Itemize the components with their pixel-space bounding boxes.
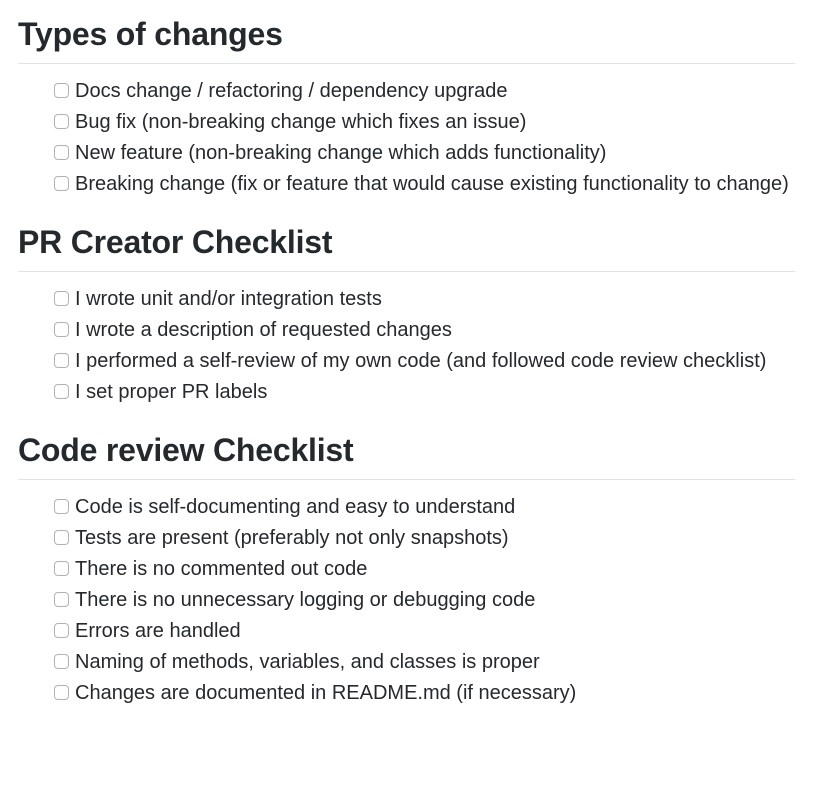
- item-label: I wrote a description of requested chang…: [75, 315, 795, 346]
- item-label: I set proper PR labels: [75, 377, 795, 408]
- checkbox-icon[interactable]: [54, 83, 69, 98]
- section-heading-code-review-checklist: Code review Checklist: [18, 432, 795, 480]
- checkbox-icon[interactable]: [54, 685, 69, 700]
- item-label: Docs change / refactoring / dependency u…: [75, 76, 795, 107]
- checkbox-icon[interactable]: [54, 654, 69, 669]
- checkbox-icon[interactable]: [54, 145, 69, 160]
- section-heading-types-of-changes: Types of changes: [18, 16, 795, 64]
- item-label: Code is self-documenting and easy to und…: [75, 492, 795, 523]
- item-label: There is no unnecessary logging or debug…: [75, 585, 795, 616]
- item-label: Naming of methods, variables, and classe…: [75, 647, 795, 678]
- checklist-pr-creator: I wrote unit and/or integration tests I …: [18, 284, 795, 408]
- list-item: I performed a self-review of my own code…: [54, 346, 795, 377]
- checkbox-icon[interactable]: [54, 176, 69, 191]
- section-heading-pr-creator-checklist: PR Creator Checklist: [18, 224, 795, 272]
- checkbox-icon[interactable]: [54, 291, 69, 306]
- checkbox-icon[interactable]: [54, 592, 69, 607]
- list-item: Docs change / refactoring / dependency u…: [54, 76, 795, 107]
- list-item: There is no unnecessary logging or debug…: [54, 585, 795, 616]
- item-label: Tests are present (preferably not only s…: [75, 523, 795, 554]
- list-item: I wrote a description of requested chang…: [54, 315, 795, 346]
- checklist-types-of-changes: Docs change / refactoring / dependency u…: [18, 76, 795, 200]
- item-label: There is no commented out code: [75, 554, 795, 585]
- checkbox-icon[interactable]: [54, 384, 69, 399]
- list-item: Naming of methods, variables, and classe…: [54, 647, 795, 678]
- list-item: There is no commented out code: [54, 554, 795, 585]
- checkbox-icon[interactable]: [54, 623, 69, 638]
- item-label: Errors are handled: [75, 616, 795, 647]
- checklist-code-review: Code is self-documenting and easy to und…: [18, 492, 795, 709]
- list-item: Bug fix (non-breaking change which fixes…: [54, 107, 795, 138]
- list-item: Code is self-documenting and easy to und…: [54, 492, 795, 523]
- checkbox-icon[interactable]: [54, 114, 69, 129]
- checkbox-icon[interactable]: [54, 322, 69, 337]
- list-item: Breaking change (fix or feature that wou…: [54, 169, 795, 200]
- list-item: New feature (non-breaking change which a…: [54, 138, 795, 169]
- item-label: Bug fix (non-breaking change which fixes…: [75, 107, 795, 138]
- checkbox-icon[interactable]: [54, 561, 69, 576]
- list-item: Changes are documented in README.md (if …: [54, 678, 795, 709]
- item-label: Changes are documented in README.md (if …: [75, 678, 795, 709]
- checkbox-icon[interactable]: [54, 353, 69, 368]
- checkbox-icon[interactable]: [54, 530, 69, 545]
- checkbox-icon[interactable]: [54, 499, 69, 514]
- item-label: I wrote unit and/or integration tests: [75, 284, 795, 315]
- list-item: I set proper PR labels: [54, 377, 795, 408]
- item-label: New feature (non-breaking change which a…: [75, 138, 795, 169]
- item-label: Breaking change (fix or feature that wou…: [75, 169, 795, 200]
- list-item: Tests are present (preferably not only s…: [54, 523, 795, 554]
- list-item: I wrote unit and/or integration tests: [54, 284, 795, 315]
- list-item: Errors are handled: [54, 616, 795, 647]
- item-label: I performed a self-review of my own code…: [75, 346, 795, 377]
